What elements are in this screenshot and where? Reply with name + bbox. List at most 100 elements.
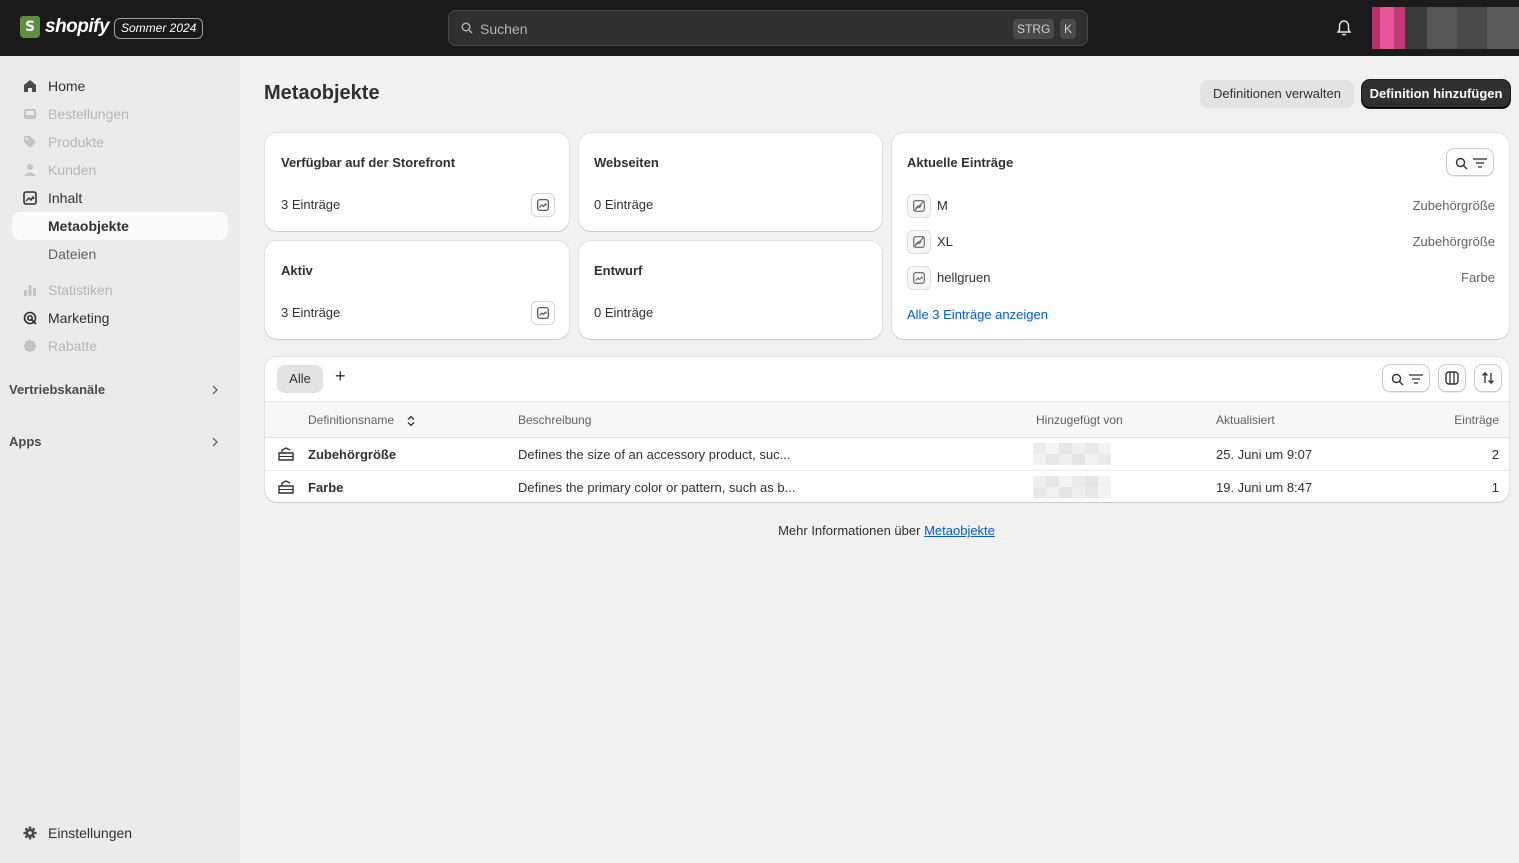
search-filter-button[interactable] [1382, 364, 1430, 392]
section-label: Vertriebskanäle [9, 382, 106, 397]
column-header-added-by: Hinzugefügt von [1036, 413, 1123, 427]
sidebar-item-label: Dateien [48, 246, 97, 262]
page-title: Metaobjekte [264, 82, 380, 104]
add-view-button[interactable]: + [335, 366, 346, 387]
bell-icon[interactable] [1336, 19, 1352, 37]
sidebar-item-settings[interactable]: Einstellungen [12, 819, 228, 847]
metaobjects-help-link[interactable]: Metaobjekte [924, 523, 995, 538]
metaobject-icon [278, 447, 294, 461]
sidebar-item-label: Einstellungen [48, 825, 133, 841]
shortcut-key-ctrl: STRG [1013, 19, 1055, 39]
sidebar: Home Bestellungen Produkte Kunden Inhalt… [0, 56, 240, 863]
sidebar-item-content[interactable]: Inhalt [12, 184, 228, 212]
inbox-icon [24, 109, 36, 119]
card-title: Entwurf [594, 263, 643, 278]
sort-button[interactable] [1474, 364, 1502, 392]
shopify-logo[interactable]: shopify [20, 16, 110, 38]
sidebar-section-apps[interactable]: Apps [0, 428, 232, 456]
search-bar[interactable]: Suchen STRG K [448, 10, 1088, 46]
card-count: 3 Einträge [281, 197, 341, 212]
shortcut-key-k: K [1060, 19, 1077, 39]
definition-description: Defines the size of an accessory product… [518, 447, 791, 462]
sidebar-item-label: Statistiken [48, 282, 113, 298]
search-placeholder: Suchen [480, 21, 528, 37]
column-header-name[interactable]: Definitionsname [308, 413, 394, 427]
sidebar-item-label: Kunden [48, 162, 97, 178]
search-filter-button[interactable] [1446, 148, 1494, 176]
columns-icon [1445, 371, 1459, 385]
top-bar: shopify Sommer 2024 Suchen STRG K [0, 0, 1519, 56]
redacted-author [1033, 476, 1111, 498]
filter-icon [1409, 374, 1423, 384]
chevron-right-icon [212, 385, 218, 395]
recent-entry[interactable]: XL Zubehörgröße [907, 230, 1495, 254]
target-icon [23, 311, 37, 325]
sidebar-item-label: Produkte [48, 134, 105, 150]
search-icon [461, 22, 473, 34]
sidebar-item-label: Metaobjekte [48, 218, 129, 234]
columns-button[interactable] [1438, 364, 1466, 392]
recent-entry[interactable]: M Zubehörgröße [907, 194, 1495, 218]
avatar[interactable] [1372, 7, 1519, 49]
section-label: Apps [9, 434, 42, 449]
table-row[interactable]: Farbe Defines the primary color or patte… [265, 471, 1509, 502]
entry-name: hellgruen [937, 270, 991, 285]
redacted-author [1033, 443, 1111, 465]
manage-definitions-button[interactable]: Definitionen verwalten [1200, 80, 1354, 108]
definition-entries-count: 1 [1491, 480, 1499, 495]
sidebar-item-orders[interactable]: Bestellungen [12, 100, 228, 128]
card-count: 3 Einträge [281, 305, 341, 320]
search-icon [1455, 157, 1468, 170]
sidebar-item-files[interactable]: Dateien [12, 240, 228, 268]
definitions-table-card: Alle + Definitionsname Beschreibung Hinz… [265, 357, 1509, 502]
sidebar-item-label: Home [48, 78, 86, 94]
card-count: 0 Einträge [594, 305, 654, 320]
sort-indicator-icon[interactable] [407, 415, 415, 427]
definition-updated: 25. Juni um 9:07 [1216, 447, 1313, 462]
show-all-entries-link[interactable]: Alle 3 Einträge anzeigen [907, 307, 1048, 322]
sidebar-item-home[interactable]: Home [12, 72, 228, 100]
sidebar-item-products[interactable]: Produkte [12, 128, 228, 156]
definition-description: Defines the primary color or pattern, su… [518, 480, 796, 495]
sidebar-item-analytics[interactable]: Statistiken [12, 276, 228, 304]
column-header-description: Beschreibung [518, 413, 592, 427]
gear-icon [23, 826, 37, 840]
card-title: Webseiten [594, 155, 659, 170]
recent-entry[interactable]: hellgruen Farbe [907, 266, 1495, 290]
chevron-right-icon [212, 437, 218, 447]
image-button[interactable] [531, 193, 555, 217]
sort-icon [1482, 371, 1494, 385]
card-active[interactable]: Aktiv 3 Einträge [265, 241, 569, 339]
image-icon [23, 191, 37, 205]
shopify-bag-icon [20, 16, 40, 38]
definition-name[interactable]: Farbe [308, 480, 343, 495]
image-icon [537, 307, 549, 319]
person-icon [24, 164, 36, 176]
recent-entries-card: Aktuelle Einträge M Zubehörgröße XL Zube… [892, 133, 1509, 339]
edition-badge[interactable]: Sommer 2024 [114, 18, 204, 39]
sidebar-section-sales-channels[interactable]: Vertriebskanäle [0, 376, 232, 404]
sidebar-item-label: Bestellungen [48, 106, 129, 122]
metaobject-icon [278, 480, 294, 494]
sidebar-item-label: Marketing [48, 310, 110, 326]
card-webpages[interactable]: Webseiten 0 Einträge [579, 133, 882, 231]
chart-icon [24, 285, 36, 296]
entry-name: XL [937, 234, 953, 249]
tag-icon [24, 136, 36, 148]
card-storefront[interactable]: Verfügbar auf der Storefront 3 Einträge [265, 133, 569, 231]
logo-text: shopify [45, 16, 110, 37]
sidebar-item-label: Inhalt [48, 190, 83, 206]
sidebar-item-metaobjects[interactable]: Metaobjekte [12, 212, 228, 240]
card-draft[interactable]: Entwurf 0 Einträge [579, 241, 882, 339]
tab-all[interactable]: Alle [277, 365, 323, 393]
entry-type: Farbe [1461, 270, 1495, 285]
definition-name[interactable]: Zubehörgröße [308, 447, 396, 462]
sidebar-item-discounts[interactable]: Rabatte [12, 332, 228, 360]
sidebar-item-customers[interactable]: Kunden [12, 156, 228, 184]
table-row[interactable]: Zubehörgröße Defines the size of an acce… [265, 438, 1509, 471]
image-icon [537, 199, 549, 211]
card-title: Aktiv [281, 263, 313, 278]
image-button[interactable] [531, 301, 555, 325]
add-definition-button[interactable]: Definition hinzufügen [1362, 80, 1510, 108]
sidebar-item-marketing[interactable]: Marketing [12, 304, 228, 332]
